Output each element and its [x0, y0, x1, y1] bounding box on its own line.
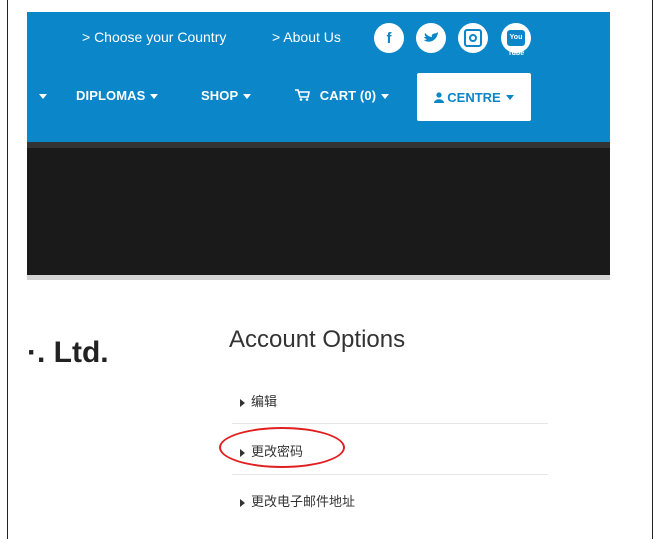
caret-down-icon: [243, 94, 252, 100]
account-option-edit[interactable]: 编辑: [240, 391, 277, 410]
caret-down-icon: [381, 94, 390, 100]
header-bar: > Choose your Country > About Us f You T…: [27, 12, 610, 142]
facebook-icon[interactable]: f: [374, 23, 404, 53]
option-divider: [232, 474, 548, 475]
triangle-right-icon: [240, 498, 245, 507]
nav-shop[interactable]: SHOP: [201, 88, 252, 103]
nav-diplomas[interactable]: DIPLOMAS: [76, 88, 159, 103]
centre-button[interactable]: CENTRE: [417, 73, 531, 121]
nav-cart[interactable]: CART (0): [295, 88, 390, 103]
youtube-icon[interactable]: You Tube: [501, 23, 531, 57]
account-option-change-email[interactable]: 更改电子邮件地址: [240, 491, 355, 510]
cart-icon: [295, 88, 314, 103]
nav-prev-caret[interactable]: [34, 88, 47, 103]
twitter-icon[interactable]: [416, 23, 446, 53]
red-highlight-ellipse: [219, 427, 345, 468]
banner-divider: [27, 275, 610, 280]
caret-down-icon: [505, 94, 514, 100]
choose-country-link[interactable]: > Choose your Country: [82, 29, 226, 45]
instagram-icon[interactable]: [458, 23, 488, 53]
twitter-bird-glyph: [424, 32, 438, 42]
account-options-title: Account Options: [229, 326, 406, 353]
hero-banner: [27, 142, 610, 275]
user-icon: [434, 90, 445, 105]
caret-down-icon: [39, 94, 47, 100]
company-name: ·. Ltd.: [27, 336, 109, 369]
caret-down-icon: [150, 94, 159, 100]
option-divider: [232, 423, 548, 424]
triangle-right-icon: [240, 398, 245, 407]
about-us-link[interactable]: > About Us: [272, 29, 341, 45]
